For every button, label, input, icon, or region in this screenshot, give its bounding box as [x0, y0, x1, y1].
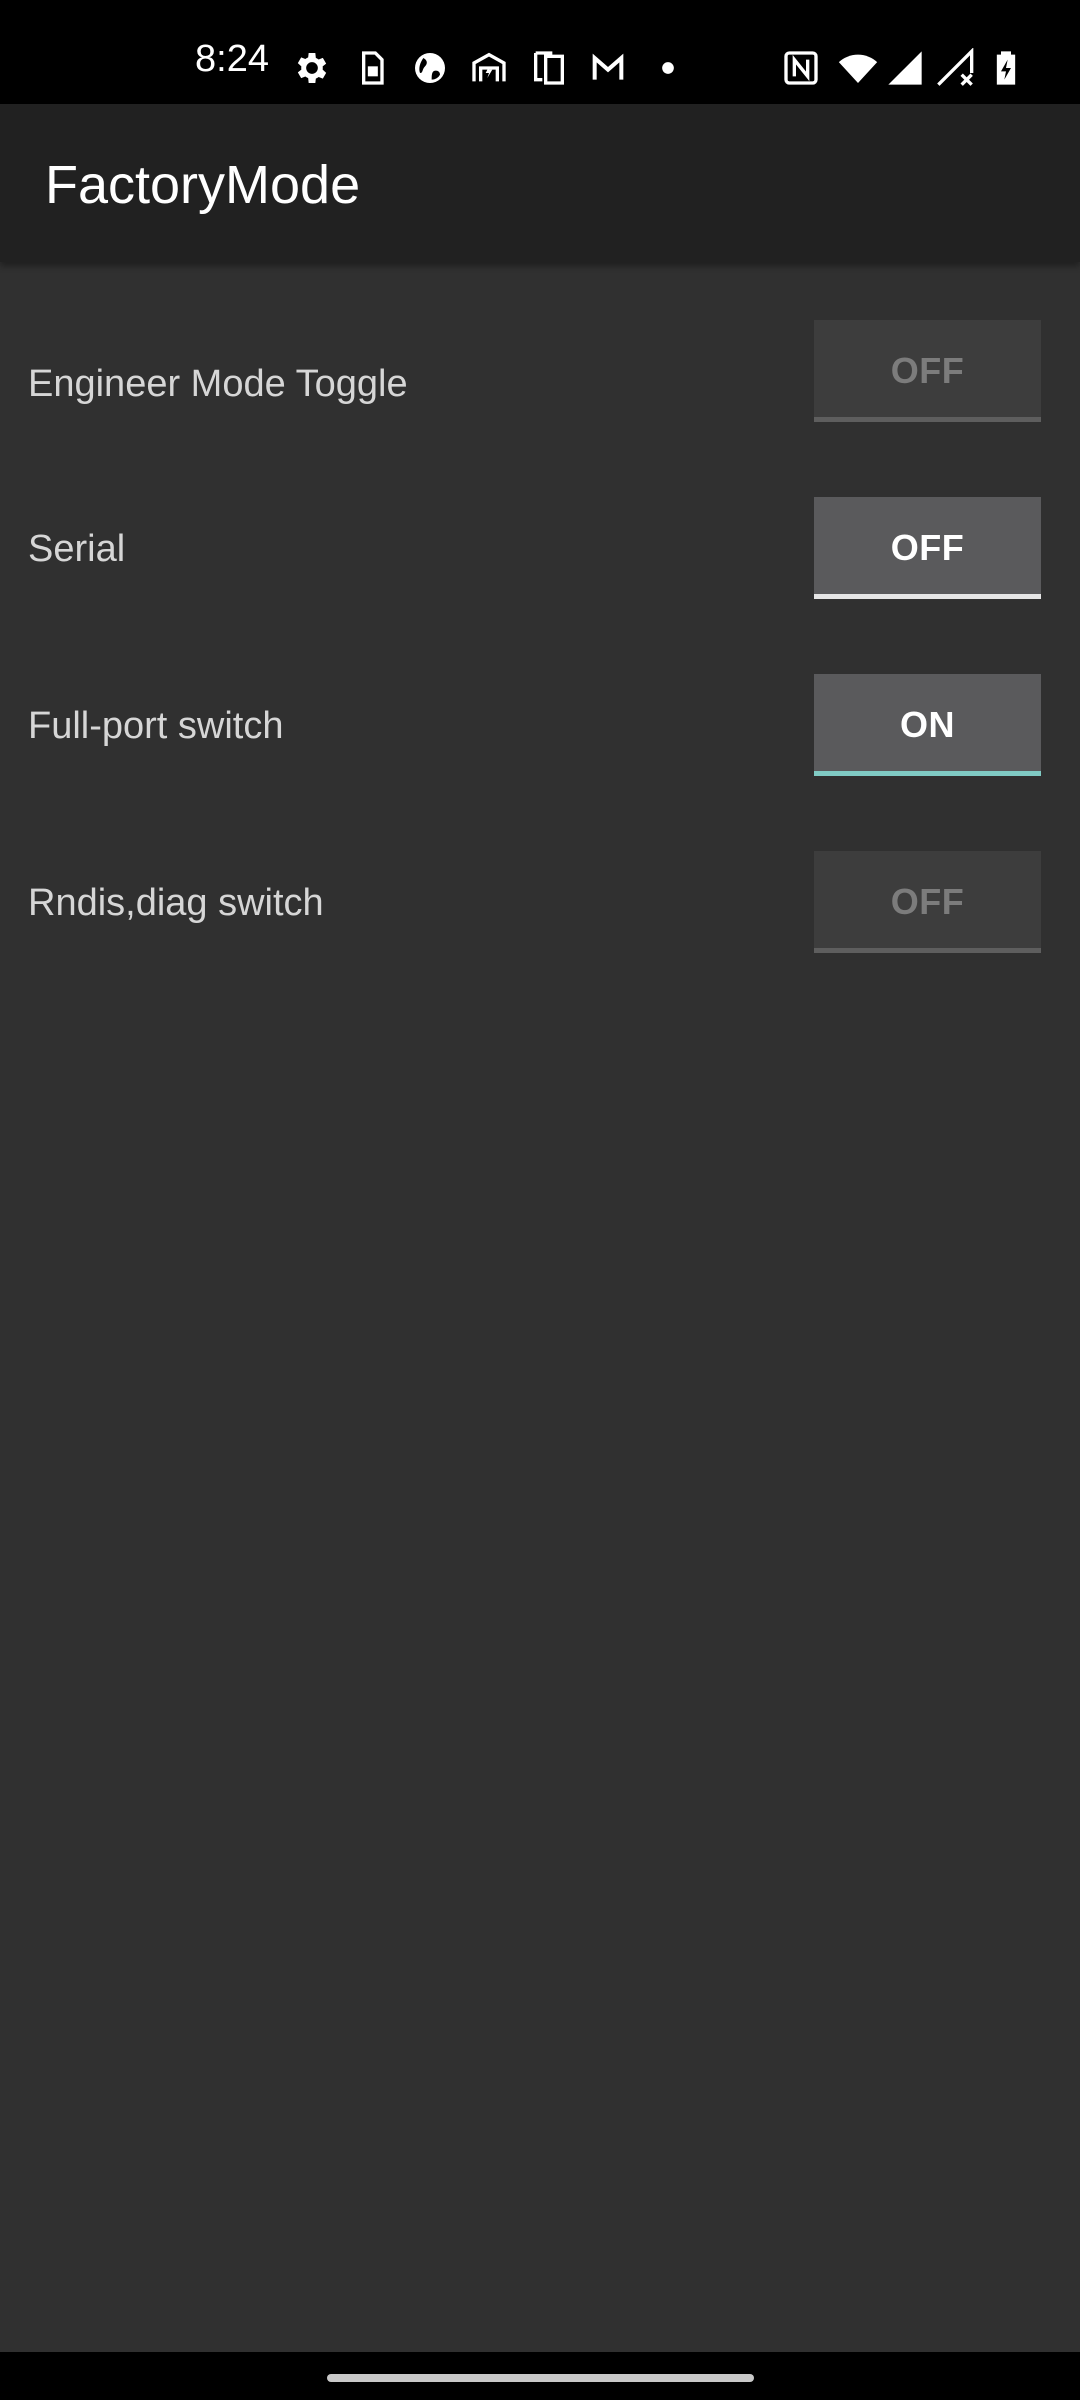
- cell-signal-icon: [885, 48, 925, 88]
- toggle-state: OFF: [890, 881, 965, 922]
- home-gesture-handle[interactable]: [327, 2374, 754, 2382]
- dot-icon: [648, 48, 688, 88]
- rndis-diag-switch-toggle[interactable]: OFF: [814, 851, 1041, 953]
- status-time: 8:24: [195, 38, 269, 80]
- setting-label: Engineer Mode Toggle: [28, 363, 408, 405]
- toggle-underline: [814, 948, 1041, 953]
- toggle-underline: [814, 594, 1041, 599]
- status-bar: 8:24: [0, 0, 1080, 104]
- globe-icon: [410, 48, 450, 88]
- setting-label: Full-port switch: [28, 705, 284, 747]
- engineer-mode-toggle[interactable]: OFF: [814, 320, 1041, 422]
- no-signal-icon: [935, 48, 975, 88]
- app-bar: FactoryMode: [0, 104, 1080, 262]
- page-title: FactoryMode: [45, 155, 361, 215]
- devices-icon: [529, 48, 569, 88]
- toggle-state: OFF: [890, 350, 965, 391]
- setting-label: Rndis,diag switch: [28, 882, 324, 924]
- battery-charging-icon: [986, 48, 1026, 88]
- wireless-charging-icon: [469, 48, 509, 88]
- toggle-underline: [814, 417, 1041, 422]
- nfc-icon: [781, 48, 821, 88]
- wifi-icon: [838, 48, 878, 88]
- serial-toggle[interactable]: OFF: [814, 497, 1041, 599]
- toggle-state: ON: [900, 704, 955, 745]
- setting-row-full-port: Full-port switch ON: [0, 674, 1080, 778]
- full-port-switch-toggle[interactable]: ON: [814, 674, 1041, 776]
- setting-row-engineer-mode: Engineer Mode Toggle OFF: [0, 320, 1080, 424]
- gmail-icon: [588, 48, 628, 88]
- toggle-state: OFF: [890, 527, 965, 568]
- toggle-underline: [814, 771, 1041, 776]
- sim-card-icon: [352, 48, 392, 88]
- settings-icon: [292, 48, 332, 88]
- setting-row-rndis-diag: Rndis,diag switch OFF: [0, 851, 1080, 955]
- setting-row-serial: Serial OFF: [0, 497, 1080, 601]
- setting-label: Serial: [28, 528, 126, 570]
